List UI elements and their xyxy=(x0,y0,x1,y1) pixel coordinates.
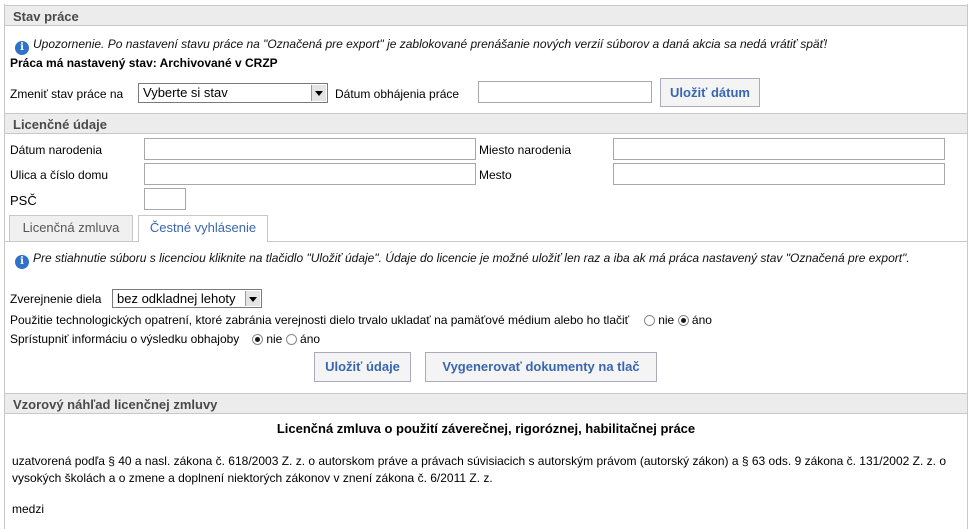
contract-paragraph: uzatvorená podľa § 40 a nasl. zákona č. … xyxy=(12,454,947,485)
section-header-licencne: Licenčné údaje xyxy=(5,113,967,134)
warning-message: i Upozornenie. Po nastavení stavu práce n… xyxy=(15,37,960,55)
tech-measures-yes-radio[interactable] xyxy=(677,315,689,326)
birth-place-label: Miesto narodenia xyxy=(479,143,572,157)
chevron-down-icon xyxy=(311,85,326,101)
defense-date-input[interactable] xyxy=(478,81,652,103)
tech-measures-row: Použitie technologických opatrení, ktoré… xyxy=(10,313,712,327)
tab-licencna-zmluva[interactable]: Licenčná zmluva xyxy=(9,215,133,241)
section-title-licencne: Licenčné údaje xyxy=(13,117,107,132)
frame-right-border xyxy=(967,4,968,529)
zip-label: PSČ xyxy=(10,193,37,208)
result-info-label: Sprístupniť informáciu o výsledku obhajo… xyxy=(10,332,240,346)
contract-between: medzi xyxy=(12,502,45,516)
tech-measures-yes-label: áno xyxy=(691,313,712,327)
birth-date-input[interactable] xyxy=(144,138,476,160)
result-info-row: Sprístupniť informáciu o výsledku obhajo… xyxy=(10,332,320,346)
publish-label: Zverejnenie diela xyxy=(10,292,102,306)
change-status-label: Zmeniť stav práce na xyxy=(10,87,124,101)
tech-measures-no-label: nie xyxy=(658,313,675,327)
section-title-nahlad: Vzorový náhľad licenčnej zmluvy xyxy=(13,397,218,412)
license-info-text: Pre stiahnutie súboru s licenciou klikni… xyxy=(33,251,910,265)
section-header-nahlad: Vzorový náhľad licenčnej zmluvy xyxy=(5,393,967,414)
info-icon: i xyxy=(15,255,29,269)
tech-measures-label: Použitie technologických opatrení, ktoré… xyxy=(10,313,630,327)
result-info-no-radio[interactable] xyxy=(251,334,263,345)
city-input[interactable] xyxy=(613,163,945,185)
save-data-button[interactable]: Uložiť údaje xyxy=(314,352,411,382)
birth-date-label: Dátum narodenia xyxy=(10,143,103,157)
result-info-yes-radio[interactable] xyxy=(285,334,297,345)
street-label: Ulica a číslo domu xyxy=(10,168,109,182)
warning-text: Upozornenie. Po nastavení stavu práce na… xyxy=(33,37,828,51)
defense-date-label: Dátum obhájenia práce xyxy=(335,87,460,101)
result-info-no-label: nie xyxy=(266,332,283,346)
zip-input[interactable] xyxy=(144,188,186,210)
status-text: Práca má nastavený stav: Archivované v C… xyxy=(10,56,278,70)
chevron-down-icon xyxy=(245,291,260,306)
info-icon: i xyxy=(15,41,29,55)
section-header-stav: Stav práce xyxy=(5,5,967,26)
license-info-message: i Pre stiahnutie súboru s licenciou klikn… xyxy=(15,250,960,269)
birth-place-input[interactable] xyxy=(613,138,945,160)
save-date-button[interactable]: Uložiť dátum xyxy=(660,78,760,107)
frame-left-border xyxy=(4,4,5,529)
generate-documents-button[interactable]: Vygenerovať dokumenty na tlač xyxy=(425,352,657,382)
status-select-value: Vyberte si stav xyxy=(143,85,228,100)
publish-select-value: bez odkladnej lehoty xyxy=(117,291,236,306)
tab-cestne-vyhlasenie[interactable]: Čestné vyhlásenie xyxy=(138,215,268,242)
contract-title: Licenčná zmluva o použití záverečnej, ri… xyxy=(276,421,696,436)
publish-select[interactable]: bez odkladnej lehoty xyxy=(112,289,262,308)
tech-measures-no-radio[interactable] xyxy=(643,315,655,326)
status-select[interactable]: Vyberte si stav xyxy=(138,83,328,103)
section-title-stav: Stav práce xyxy=(13,9,79,24)
street-input[interactable] xyxy=(144,163,476,185)
city-label: Mesto xyxy=(479,168,512,182)
result-info-yes-label: áno xyxy=(300,332,321,346)
